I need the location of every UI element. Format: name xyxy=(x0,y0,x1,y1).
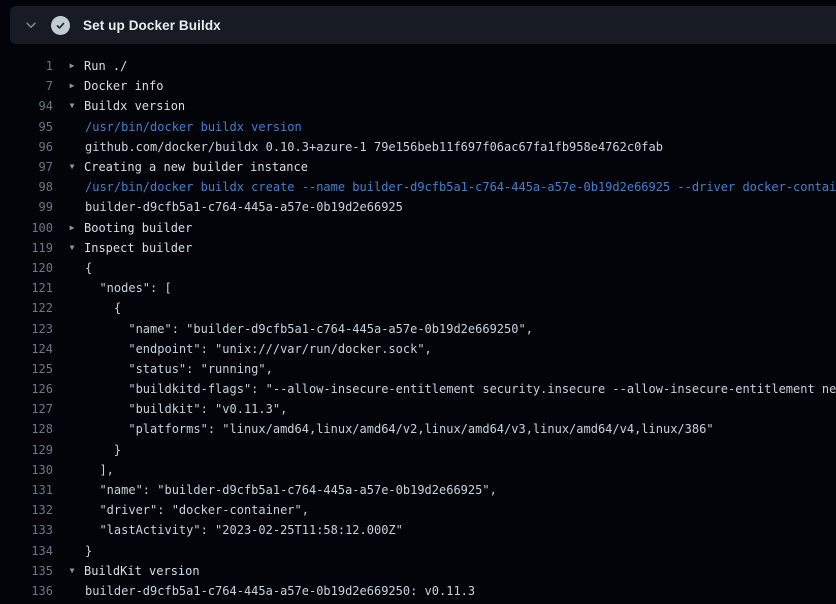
log-line: 125 "status": "running", xyxy=(0,359,836,379)
log-group-line[interactable]: 100 ▶ Booting builder xyxy=(0,218,836,238)
line-text: builder-d9cfb5a1-c764-445a-a57e-0b19d2e6… xyxy=(85,200,403,214)
line-number[interactable]: 132 xyxy=(0,503,53,517)
line-number[interactable]: 123 xyxy=(0,322,53,336)
line-text: "buildkitd-flags": "--allow-insecure-ent… xyxy=(85,382,836,396)
line-number[interactable]: 124 xyxy=(0,342,53,356)
line-text: Buildx version xyxy=(84,99,185,113)
log-line: 131 "name": "builder-d9cfb5a1-c764-445a-… xyxy=(0,480,836,500)
line-number[interactable]: 136 xyxy=(0,584,53,598)
group-toggle-arrow-icon[interactable]: ▼ xyxy=(67,244,77,252)
group-toggle-arrow-icon[interactable]: ▼ xyxy=(67,567,77,575)
log-group-line[interactable]: 94 ▼ Buildx version xyxy=(0,96,836,116)
line-text: } xyxy=(85,544,92,558)
log-group-line[interactable]: 1 ▶ Run ./ xyxy=(0,56,836,76)
group-toggle-arrow-icon[interactable]: ▼ xyxy=(67,163,77,171)
line-number[interactable]: 1 xyxy=(0,59,53,73)
line-text: "platforms": "linux/amd64,linux/amd64/v2… xyxy=(85,422,714,436)
log-line: 121 "nodes": [ xyxy=(0,278,836,298)
log-line: 134 } xyxy=(0,541,836,561)
log-line: 98 /usr/bin/docker buildx create --name … xyxy=(0,177,836,197)
step-title: Set up Docker Buildx xyxy=(83,18,221,33)
line-text: /usr/bin/docker buildx create --name bui… xyxy=(85,180,836,194)
line-number[interactable]: 119 xyxy=(0,241,53,255)
line-number[interactable]: 125 xyxy=(0,362,53,376)
line-text: "name": "builder-d9cfb5a1-c764-445a-a57e… xyxy=(85,483,497,497)
line-number[interactable]: 126 xyxy=(0,382,53,396)
log-line: 124 "endpoint": "unix:///var/run/docker.… xyxy=(0,339,836,359)
line-number[interactable]: 128 xyxy=(0,422,53,436)
line-number[interactable]: 135 xyxy=(0,564,53,578)
line-text: "endpoint": "unix:///var/run/docker.sock… xyxy=(85,342,432,356)
log-line: 130 ], xyxy=(0,460,836,480)
log-line: 123 "name": "builder-d9cfb5a1-c764-445a-… xyxy=(0,318,836,338)
line-text: { xyxy=(85,301,121,315)
log-line: 95 /usr/bin/docker buildx version xyxy=(0,117,836,137)
log-line: 128 "platforms": "linux/amd64,linux/amd6… xyxy=(0,419,836,439)
log-output: 1 ▶ Run ./ 7 ▶ Docker info 94 ▼ Buildx v… xyxy=(0,56,836,601)
line-number[interactable]: 95 xyxy=(0,120,53,134)
line-number[interactable]: 7 xyxy=(0,79,53,93)
line-number[interactable]: 96 xyxy=(0,140,53,154)
line-text: ], xyxy=(85,463,114,477)
line-number[interactable]: 121 xyxy=(0,281,53,295)
log-group-line[interactable]: 7 ▶ Docker info xyxy=(0,76,836,96)
line-text: /usr/bin/docker buildx version xyxy=(85,120,302,134)
group-toggle-arrow-icon[interactable]: ▶ xyxy=(67,82,77,90)
line-text: BuildKit version xyxy=(84,564,200,578)
log-line: 126 "buildkitd-flags": "--allow-insecure… xyxy=(0,379,836,399)
log-line: 122 { xyxy=(0,298,836,318)
line-text: builder-d9cfb5a1-c764-445a-a57e-0b19d2e6… xyxy=(85,584,475,598)
log-group-line[interactable]: 119 ▼ Inspect builder xyxy=(0,238,836,258)
log-line: 96 github.com/docker/buildx 0.10.3+azure… xyxy=(0,137,836,157)
group-toggle-arrow-icon[interactable]: ▼ xyxy=(67,102,77,110)
group-toggle-arrow-icon[interactable]: ▶ xyxy=(67,62,77,70)
group-toggle-arrow-icon[interactable]: ▶ xyxy=(67,224,77,232)
line-text: Creating a new builder instance xyxy=(84,160,308,174)
log-line: 132 "driver": "docker-container", xyxy=(0,500,836,520)
line-number[interactable]: 120 xyxy=(0,261,53,275)
check-circle-icon xyxy=(51,16,70,35)
log-line: 136 builder-d9cfb5a1-c764-445a-a57e-0b19… xyxy=(0,581,836,601)
line-text: Inspect builder xyxy=(84,241,192,255)
line-number[interactable]: 98 xyxy=(0,180,53,194)
line-text: "name": "builder-d9cfb5a1-c764-445a-a57e… xyxy=(85,322,533,336)
line-text: Docker info xyxy=(84,79,163,93)
line-text: "buildkit": "v0.11.3", xyxy=(85,402,287,416)
line-text: Booting builder xyxy=(84,221,192,235)
line-number[interactable]: 94 xyxy=(0,99,53,113)
line-text: "nodes": [ xyxy=(85,281,172,295)
line-text: "driver": "docker-container", xyxy=(85,503,309,517)
log-line: 127 "buildkit": "v0.11.3", xyxy=(0,399,836,419)
line-text: "lastActivity": "2023-02-25T11:58:12.000… xyxy=(85,523,403,537)
line-number[interactable]: 97 xyxy=(0,160,53,174)
line-number[interactable]: 130 xyxy=(0,463,53,477)
line-number[interactable]: 127 xyxy=(0,402,53,416)
log-line: 133 "lastActivity": "2023-02-25T11:58:12… xyxy=(0,520,836,540)
log-group-line[interactable]: 135 ▼ BuildKit version xyxy=(0,561,836,581)
log-group-line[interactable]: 97 ▼ Creating a new builder instance xyxy=(0,157,836,177)
line-number[interactable]: 99 xyxy=(0,200,53,214)
line-number[interactable]: 122 xyxy=(0,301,53,315)
line-text: { xyxy=(85,261,92,275)
line-text: github.com/docker/buildx 0.10.3+azure-1 … xyxy=(85,140,663,154)
line-text: "status": "running", xyxy=(85,362,273,376)
line-number[interactable]: 100 xyxy=(0,221,53,235)
step-header[interactable]: Set up Docker Buildx xyxy=(10,6,836,44)
chevron-down-icon[interactable] xyxy=(18,12,44,38)
log-line: 99 builder-d9cfb5a1-c764-445a-a57e-0b19d… xyxy=(0,197,836,217)
line-number[interactable]: 133 xyxy=(0,523,53,537)
log-line: 129 } xyxy=(0,440,836,460)
log-line: 120 { xyxy=(0,258,836,278)
line-text: } xyxy=(85,443,121,457)
line-number[interactable]: 131 xyxy=(0,483,53,497)
line-text: Run ./ xyxy=(84,59,127,73)
line-number[interactable]: 129 xyxy=(0,443,53,457)
line-number[interactable]: 134 xyxy=(0,544,53,558)
